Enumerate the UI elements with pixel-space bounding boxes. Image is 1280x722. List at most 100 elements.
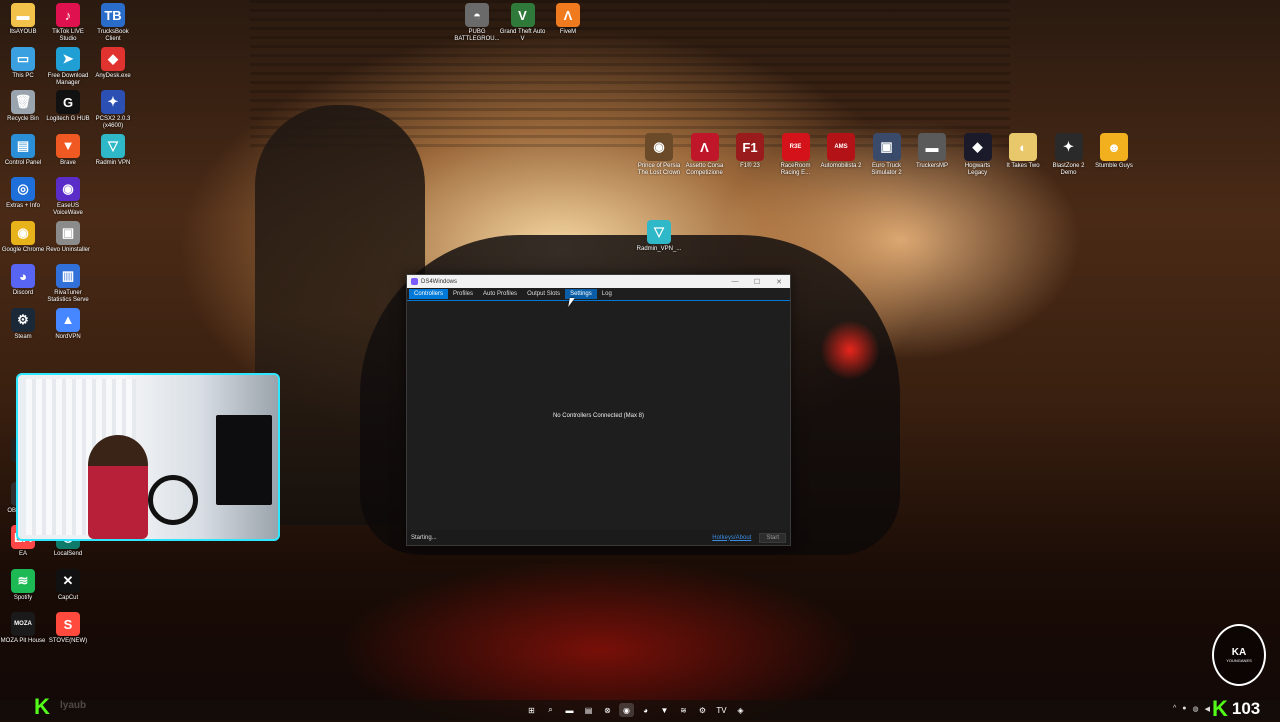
desktop-shortcut[interactable]: ▬ ItsAYOUB [0, 3, 46, 36]
tray-volume-icon[interactable]: ◀ [1205, 705, 1210, 713]
desktop-shortcut[interactable]: Λ FiveM [545, 3, 591, 36]
desktop-shortcut[interactable]: R3E RaceRoom Racing E... [773, 133, 819, 177]
desktop-shortcut[interactable]: 🗑 Recycle Bin [0, 90, 46, 123]
desktop-shortcut[interactable]: MOZA MOZA Pit House [0, 612, 46, 645]
shortcut-label: TikTok LIVE Studio [52, 29, 84, 42]
shortcut-label: Automobilista 2 [820, 163, 862, 169]
desktop-shortcut[interactable]: ♪ TikTok LIVE Studio [45, 3, 91, 43]
desktop-shortcut[interactable]: ◆ Hogwarts Legacy [955, 133, 1001, 177]
anydesk-icon: ◆ [101, 46, 125, 71]
desktop-shortcut[interactable]: ▽ Radmin VPN [90, 133, 136, 167]
desktop-shortcut[interactable]: TB TrucksBook Client [90, 3, 136, 43]
desktop-shortcut[interactable]: ◉ EaseUS VoiceWave [45, 177, 91, 217]
taskbar: ⊞ ⌕ ▬ ▤ ⊗ ◉ ◕ ▼ ≋ ⚙ TV ◈ ^ ● ◍ ◀ [0, 700, 1280, 720]
desktop-shortcut[interactable]: ▥ RivaTuner Statistics Serve [45, 264, 91, 304]
tray-network-icon[interactable]: ◍ [1193, 705, 1199, 713]
shortcut-label: This PC [12, 72, 34, 79]
shortcut-label: Spotify [13, 594, 33, 601]
computer-icon: ▭ [11, 46, 35, 71]
desktop-shortcut[interactable]: ▣ Euro Truck Simulator 2 [864, 133, 910, 177]
shortcut-label: Brave [60, 159, 76, 166]
tab-log[interactable]: Log [597, 289, 617, 299]
ds4windows-window: DS4Windows — ☐ ✕ Controllers Profiles Au… [406, 274, 791, 546]
desktop-shortcut[interactable]: ▭ This PC [0, 46, 46, 80]
brave-icon: ▼ [56, 133, 80, 158]
tradingview-icon[interactable]: TV [714, 703, 729, 717]
tray-chevron-icon[interactable]: ^ [1173, 705, 1176, 713]
desktop-shortcut[interactable]: ◉ Google Chrome [0, 220, 46, 254]
desktop-shortcut[interactable]: V Grand Theft Auto V [500, 3, 546, 43]
desktop-shortcut[interactable]: ▣ Revo Uninstaller [45, 220, 91, 254]
desktop-shortcut[interactable]: ⚙ Steam [0, 307, 46, 341]
discord-icon[interactable]: ◕ [638, 703, 653, 717]
desktop-shortcut[interactable]: ☻ Stumble Guys [1091, 133, 1137, 170]
start-button[interactable]: Start [759, 532, 786, 543]
tab-profiles[interactable]: Profiles [448, 289, 478, 299]
kick-username: lyaub [60, 700, 87, 711]
no-controllers-message: No Controllers Connected (Max 8) [552, 412, 645, 419]
spotify-icon[interactable]: ≋ [676, 703, 691, 717]
desktop-shortcut[interactable]: ▲ NordVPN [45, 307, 91, 341]
tab-output-slots[interactable]: Output Slots [522, 289, 565, 299]
maximize-button[interactable]: ☐ [746, 278, 768, 286]
start-icon[interactable]: ⊞ [524, 703, 539, 717]
shortcut-label: Extras + Info [6, 203, 40, 209]
shortcut-label: ItsAYOUB [9, 29, 37, 35]
desktop-shortcut[interactable]: ◆ AnyDesk.exe [90, 46, 136, 80]
desktop-shortcut[interactable]: ◐ It Takes Two [1000, 133, 1046, 170]
window-title: DS4Windows [421, 278, 458, 285]
desktop-shortcut[interactable]: ▤ Control Panel [0, 133, 46, 167]
chrome-icon[interactable]: ◉ [619, 703, 634, 717]
tab-controllers[interactable]: Controllers [409, 289, 449, 299]
control-panel-icon: ▤ [11, 133, 35, 158]
shortcut-label: FiveM [559, 29, 577, 35]
channel-logo: KA YOUNGANES [1212, 624, 1266, 686]
minimize-button[interactable]: — [724, 278, 746, 286]
ds4windows-icon[interactable]: ◈ [733, 703, 748, 717]
desktop-shortcut[interactable]: ✦ BlastZone 2 Demo [1046, 133, 1092, 177]
viewer-kick-icon: K [1212, 696, 1228, 721]
store-icon[interactable]: ▤ [581, 703, 596, 717]
brave-icon[interactable]: ▼ [657, 703, 672, 717]
shortcut-label: PCSX2 2.0.3 (x4600) [95, 116, 131, 129]
desktop-shortcut[interactable]: ✦ PCSX2 2.0.3 (x4600) [90, 90, 136, 130]
search-icon[interactable]: ⌕ [543, 703, 558, 717]
xbox-icon[interactable]: ⊗ [600, 703, 615, 717]
window-titlebar[interactable]: DS4Windows — ☐ ✕ [407, 275, 790, 288]
desktop-shortcut[interactable]: ➤ Free Download Manager [45, 46, 91, 87]
desktop-shortcut[interactable]: Λ Assetto Corsa Competizione [682, 133, 728, 177]
desktop-shortcut[interactable]: ✕ CapCut [45, 568, 91, 602]
desktop-shortcut[interactable]: ◓ PUBG BATTLEGROU... [454, 3, 500, 43]
ds4windows-app-icon [411, 278, 418, 285]
fivem-icon: Λ [556, 3, 580, 27]
tab-auto-profiles[interactable]: Auto Profiles [478, 289, 522, 299]
desktop-shortcut[interactable]: S STOVE(NEW) [45, 612, 91, 645]
trucksbook-icon: TB [101, 3, 125, 27]
close-button[interactable]: ✕ [768, 278, 790, 286]
desktop-shortcut[interactable]: AMS Automobilista 2 [818, 133, 864, 170]
wallpaper-car-light [820, 320, 880, 380]
desktop-shortcut[interactable]: ◕ Discord [0, 264, 46, 297]
shortcut-label: Control Panel [4, 159, 42, 166]
shortcut-label: Stumble Guys [1095, 163, 1133, 169]
hotkeys-about-link[interactable]: Hotkeys/About [712, 535, 751, 541]
desktop-shortcut[interactable]: ▼ Brave [45, 133, 91, 167]
raceroom-icon: R3E [781, 133, 810, 161]
prince-of-persia-icon: ◉ [645, 133, 673, 161]
tray-app-icon[interactable]: ● [1182, 705, 1186, 713]
desktop-shortcut[interactable]: ◉ Prince of Persia The Lost Crown [636, 133, 682, 177]
shortcut-label: LocalSend [53, 551, 83, 557]
desktop-shortcut[interactable]: ≋ Spotify [0, 568, 46, 602]
automobilista-icon: AMS [827, 133, 855, 161]
shortcut-label: TruckersMP [915, 163, 949, 169]
desktop-shortcut[interactable]: ▽ Radmin_VPN_... [636, 220, 682, 253]
desktop-shortcut[interactable]: G Logitech G HUB [45, 90, 91, 123]
desktop-shortcut[interactable]: ▬ TruckersMP [909, 133, 955, 170]
file-explorer-icon[interactable]: ▬ [562, 703, 577, 717]
webcam-steering-wheel [148, 475, 198, 525]
desktop-shortcut[interactable]: ◎ Extras + Info [0, 177, 46, 210]
taskbar-apps: ⊞ ⌕ ▬ ▤ ⊗ ◉ ◕ ▼ ≋ ⚙ TV ◈ [524, 703, 748, 717]
discord-icon: ◕ [11, 264, 35, 288]
desktop-shortcut[interactable]: F1 F1® 23 [727, 133, 773, 170]
steam-icon[interactable]: ⚙ [695, 703, 710, 717]
